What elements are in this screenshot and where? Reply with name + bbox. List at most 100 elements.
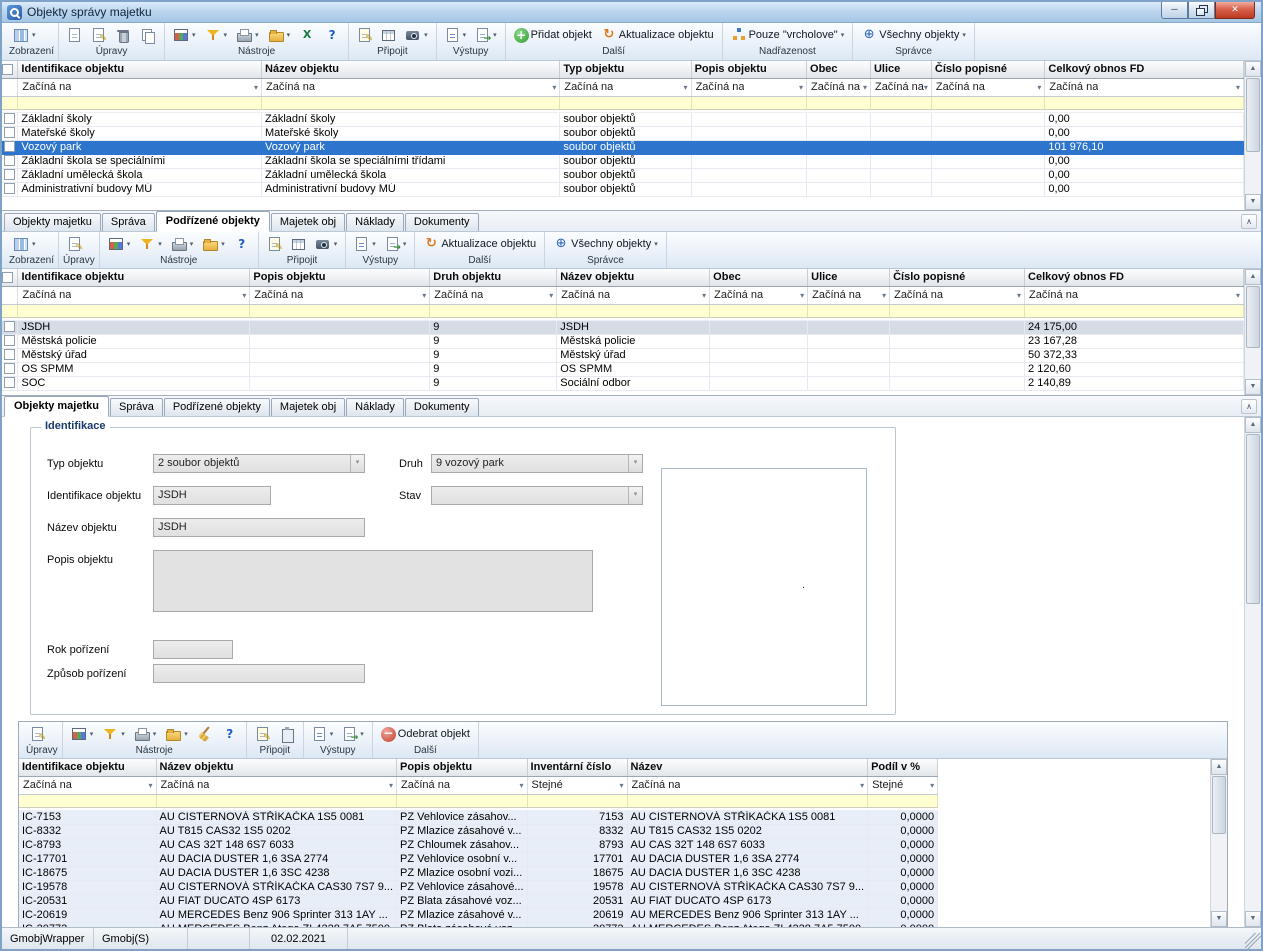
filter-edit-cell[interactable] [1025, 304, 1244, 317]
reports-folder-button[interactable]: ▾ [264, 25, 295, 45]
export-button[interactable]: ▾ [381, 234, 411, 254]
column-header-nazev-objektu[interactable]: Název objektu [156, 759, 397, 776]
scroll-thumb[interactable] [1246, 286, 1260, 348]
print-button[interactable]: ▾ [130, 724, 161, 744]
row-checkbox[interactable] [4, 141, 15, 152]
tab-dokumenty[interactable]: Dokumenty [405, 398, 479, 416]
objects-grid-scrollbar[interactable]: ▲ ▼ [1244, 61, 1261, 210]
delete-button[interactable] [111, 25, 135, 45]
filter-edit-cell[interactable] [868, 794, 938, 807]
filter-edit-cell[interactable] [156, 794, 397, 807]
tab-majetek-obj[interactable]: Majetek obj [271, 398, 345, 416]
attach-clipboard-button[interactable] [275, 724, 299, 744]
filter-select-podil-v[interactable]: Stejné▾ [868, 777, 937, 794]
scroll-thumb[interactable] [1212, 776, 1226, 834]
row-checkbox[interactable] [4, 169, 15, 180]
scroll-up-button[interactable]: ▲ [1211, 759, 1227, 775]
column-header-obec[interactable]: Obec [807, 61, 871, 78]
remove-object-button[interactable]: −Odebrat objekt [377, 724, 474, 744]
filter-select-ulice[interactable]: Začíná na▾ [871, 79, 931, 96]
column-header-cislo-popisne[interactable]: Číslo popisné [890, 269, 1025, 286]
attach-note-button[interactable] [251, 724, 274, 744]
tab-majetek-obj[interactable]: Majetek obj [271, 213, 345, 231]
column-header-identifikace-objektu[interactable]: Identifikace objektu [18, 269, 250, 286]
all-objects-button[interactable]: ⊕Všechny objekty▾ [857, 25, 970, 45]
minimize-button[interactable]: ─ [1161, 2, 1188, 19]
grid-settings-button[interactable]: ▾ [104, 234, 135, 254]
report-button[interactable]: ▾ [308, 724, 338, 744]
row-checkbox[interactable] [4, 183, 15, 194]
filter-edit-cell[interactable] [430, 304, 557, 317]
filter-select-identifikace-objektu[interactable]: Začíná na▾ [19, 777, 156, 794]
filter-edit-cell[interactable] [807, 96, 871, 109]
edit-button[interactable] [87, 25, 110, 45]
table-row[interactable]: IC-8793AU CAS 32T 148 6S7 6033PZ Chloume… [19, 838, 938, 852]
scroll-down-button[interactable]: ▼ [1245, 911, 1261, 927]
update-object-button[interactable]: ↻Aktualizace objektu [419, 234, 540, 254]
table-row[interactable]: Základní umělecká školaZákladní umělecká… [2, 168, 1244, 182]
row-checkbox[interactable] [4, 349, 15, 360]
filter-select-nazev-objektu[interactable]: Začíná na▾ [557, 287, 709, 304]
tab-naklady[interactable]: Náklady [346, 213, 404, 231]
table-row[interactable]: IC-19578AU CISTERNOVÁ STŘÍKAČKA CAS30 7S… [19, 880, 938, 894]
table-row[interactable]: OS SPMM9OS SPMM2 120,60 [2, 362, 1244, 376]
filter-edit-cell[interactable] [19, 794, 156, 807]
help-button[interactable]: ? [320, 25, 344, 45]
table-row[interactable]: Vozový parkVozový parksoubor objektů101 … [2, 140, 1244, 154]
collapse-panel-button[interactable]: ∧ [1241, 214, 1257, 229]
filter-edit-cell[interactable] [397, 794, 528, 807]
select-all-checkbox[interactable] [2, 64, 13, 75]
identifikace-objektu-field[interactable]: JSDH [153, 486, 271, 505]
column-header-ulice[interactable]: Ulice [870, 61, 931, 78]
filter-select-typ-objektu[interactable]: Začíná na▾ [560, 79, 690, 96]
table-row[interactable]: Městský úřad9Městský úřad50 372,33 [2, 348, 1244, 362]
column-header-celkovy-obnos-fd[interactable]: Celkový obnos FD [1045, 61, 1244, 78]
filter-select-inventarni-cislo[interactable]: Stejné▾ [528, 777, 627, 794]
filter-select-celkovy-obnos-fd[interactable]: Začíná na▾ [1025, 287, 1243, 304]
column-header-nazev[interactable]: Název [627, 759, 868, 776]
column-header-ulice[interactable]: Ulice [808, 269, 890, 286]
row-checkbox[interactable] [4, 113, 15, 124]
column-header-inventarni-cislo[interactable]: Inventární číslo [527, 759, 627, 776]
filter-button[interactable]: ▾ [201, 25, 232, 45]
report-button[interactable]: ▾ [441, 25, 471, 45]
filter-select-identifikace-objektu[interactable]: Začíná na▾ [18, 79, 261, 96]
attach-table-button[interactable] [377, 25, 400, 45]
filter-select-druh-objektu[interactable]: Začíná na▾ [430, 287, 556, 304]
clear-filter-button[interactable] [193, 724, 217, 744]
edit-button[interactable] [63, 234, 86, 254]
tab-objekty-majetku[interactable]: Objekty majetku [4, 396, 109, 417]
print-button[interactable]: ▾ [167, 234, 198, 254]
report-button[interactable]: ▾ [350, 234, 380, 254]
table-row[interactable]: Administrativní budovy MÚAdministrativní… [2, 182, 1244, 196]
excel-button[interactable]: X [295, 25, 319, 45]
column-header-identifikace-objektu[interactable]: Identifikace objektu [18, 61, 262, 78]
filter-select-popis-objektu[interactable]: Začíná na▾ [397, 777, 527, 794]
copy-button[interactable] [136, 25, 160, 45]
table-row[interactable]: IC-20531AU FIAT DUCATO 4SP 6173PZ Blata … [19, 894, 938, 908]
filter-edit-cell[interactable] [2, 304, 18, 317]
table-row[interactable]: SOC9Sociální odbor2 140,89 [2, 376, 1244, 390]
popis-objektu-textarea[interactable] [153, 550, 593, 612]
attach-photo-button[interactable]: ▾ [401, 25, 432, 45]
zpusob-porizeni-field[interactable] [153, 664, 365, 683]
table-row[interactable]: IC-20619AU MERCEDES Benz 906 Sprinter 31… [19, 908, 938, 922]
print-button[interactable]: ▾ [232, 25, 263, 45]
restore-button[interactable] [1188, 2, 1215, 19]
children-grid-scrollbar[interactable]: ▲ ▼ [1244, 269, 1261, 395]
scroll-down-button[interactable]: ▼ [1245, 379, 1261, 395]
filter-edit-cell[interactable] [18, 96, 262, 109]
scroll-thumb[interactable] [1246, 78, 1260, 152]
page-scrollbar[interactable]: ▲ ▼ [1244, 417, 1261, 927]
column-header-podil-v[interactable]: Podíl v % [868, 759, 938, 776]
column-header-nazev-objektu[interactable]: Název objektu [262, 61, 560, 78]
filter-edit-cell[interactable] [1045, 96, 1244, 109]
column-header-identifikace-objektu[interactable]: Identifikace objektu [19, 759, 156, 776]
filter-edit-cell[interactable] [560, 96, 691, 109]
filter-select-nazev-objektu[interactable]: Začíná na▾ [157, 777, 397, 794]
druh-combo[interactable]: 9 vozový park ▾ [431, 454, 643, 473]
titlebar[interactable]: Objekty správy majetku ─ ✕ [2, 2, 1261, 23]
column-header-druh-objektu[interactable]: Druh objektu [430, 269, 557, 286]
row-checkbox[interactable] [4, 127, 15, 138]
filter-select-nazev-objektu[interactable]: Začíná na▾ [262, 79, 559, 96]
